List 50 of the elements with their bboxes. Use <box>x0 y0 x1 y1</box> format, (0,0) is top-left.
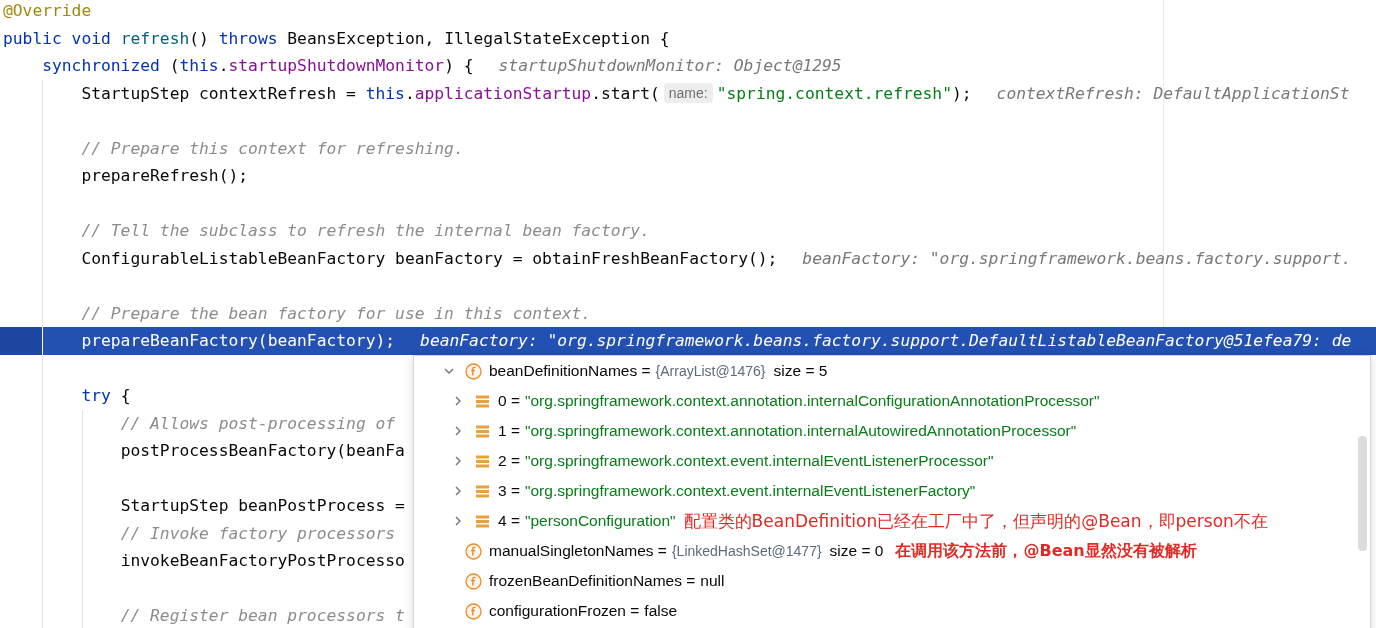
inline-value-hint: beanFactory: "org.springframework.beans.factory.support.DefaultListableBeanFactory@51efea79: de <box>420 331 1352 351</box>
variable-name: configurationFrozen = <box>489 602 640 620</box>
variable-value: "personConfiguration" <box>525 512 676 530</box>
variable-name: manualSingletonNames = <box>489 542 667 560</box>
code-line: ConfigurableListableBeanFactory beanFactory = obtainFreshBeanFactory(); <box>81 248 778 268</box>
inline-value-hint: beanFactory: "org.springframework.beans.factory.support. <box>802 248 1352 268</box>
field-icon <box>465 602 482 620</box>
inline-value-hint: contextRefresh: DefaultApplicationSt <box>996 83 1350 103</box>
code-line: // Prepare the bean factory for use in this context. <box>81 303 592 323</box>
code-line: invokeBeanFactoryPostProcesso <box>120 551 405 571</box>
code-line: "spring.context.refresh"); <box>716 83 972 103</box>
variable-value: false <box>644 602 678 620</box>
variable-value: "org.springframework.context.annotation.internalAutowiredAnnotationProcessor" <box>525 422 1077 440</box>
variable-name: 2 = <box>498 452 520 470</box>
variable-name: frozenBeanDefinitionNames = <box>489 572 696 590</box>
size-label: size = 0 <box>829 542 884 560</box>
field-icon <box>465 362 482 380</box>
variable-name: 4 = <box>498 512 520 530</box>
code-line: public void refresh() throws BeansException, IllegalStateException { <box>3 28 670 48</box>
variable-name: 3 = <box>498 482 520 500</box>
inline-value-hint: startupShutdownMonitor: Object@1295 <box>498 56 842 76</box>
variable-value: {LinkedHashSet@1477} <box>671 543 822 559</box>
annotation-note: 在调用该方法前，@Bean显然没有被解析 <box>895 540 1197 562</box>
annotation-note: 配置类的BeanDefinition已经在工厂中了，但声明的@Bean，即person不在 <box>683 509 1268 533</box>
code-line: synchronized (this.startupShutdownMonitor) { <box>42 56 474 76</box>
code-line: try { <box>81 386 131 406</box>
size-label: size = 5 <box>773 362 828 380</box>
variable-value: null <box>700 572 725 590</box>
variable-name: 1 = <box>498 422 520 440</box>
code-line: postProcessBeanFactory(beanFa <box>120 441 405 461</box>
code-line: prepareBeanFactory(beanFactory); <box>81 331 396 351</box>
code-line: StartupStep beanPostProcess = <box>120 496 405 516</box>
variable-value: "org.springframework.context.event.internalEventListenerProcessor" <box>525 452 994 470</box>
variable-value: {ArrayList@1476} <box>655 363 766 379</box>
code-line: prepareRefresh(); <box>81 166 249 186</box>
code-line: // Register bean processors t <box>120 606 405 626</box>
scrollbar[interactable] <box>1358 436 1367 551</box>
variable-value: "org.springframework.context.annotation.internalConfigurationAnnotationProcessor" <box>525 392 1100 410</box>
variable-name: beanDefinitionNames = <box>489 362 651 380</box>
code-line: // Allows post-processing of <box>120 413 396 433</box>
code-line: StartupStep contextRefresh = this.applicationStartup.start( <box>81 83 660 103</box>
field-icon <box>465 572 482 590</box>
variable-value: "org.springframework.context.event.internalEventListenerFactory" <box>525 482 976 500</box>
code-line: // Invoke factory processors <box>120 523 396 543</box>
field-icon <box>465 542 482 560</box>
parameter-hint: name: <box>663 83 713 104</box>
code-line: // Tell the subclass to refresh the internal bean factory. <box>81 221 650 241</box>
variable-name: 0 = <box>498 392 520 410</box>
code-line: @Override <box>3 1 92 21</box>
code-line: // Prepare this context for refreshing. <box>81 138 464 158</box>
